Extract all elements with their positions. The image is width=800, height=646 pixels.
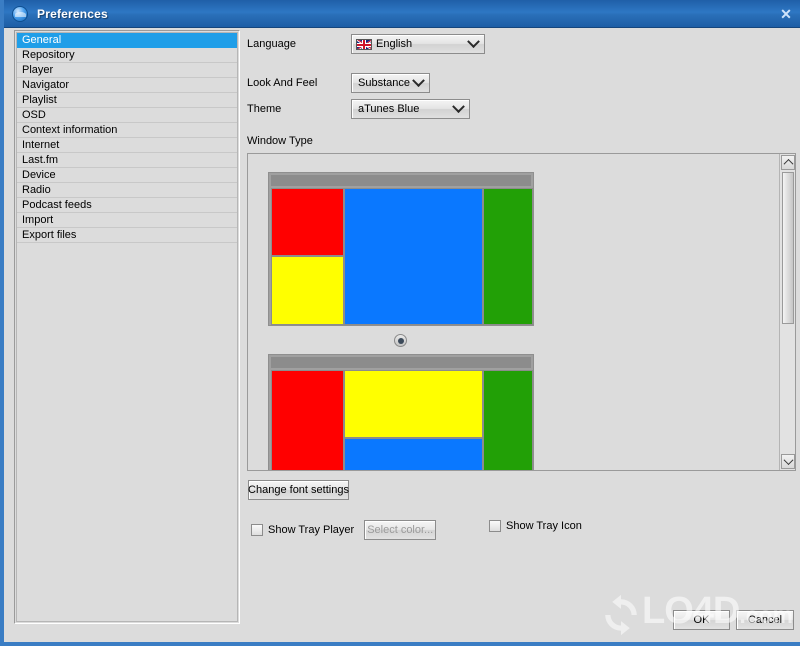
look-and-feel-value: Substance: [358, 77, 410, 89]
sidebar-item-player[interactable]: Player: [17, 63, 237, 78]
show-tray-icon-label: Show Tray Icon: [506, 520, 582, 532]
change-font-settings-button[interactable]: Change font settings: [248, 480, 349, 500]
select-color-button[interactable]: Select color...: [364, 520, 437, 540]
sidebar-item-lastfm[interactable]: Last.fm: [17, 153, 237, 168]
dialog-footer: OK Cancel: [8, 598, 800, 642]
language-value: English: [376, 38, 413, 50]
show-tray-icon-checkbox[interactable]: [489, 520, 501, 532]
look-and-feel-label: Look And Feel: [247, 77, 318, 89]
close-icon[interactable]: ✕: [773, 3, 799, 25]
sidebar-item-navigator[interactable]: Navigator: [17, 78, 237, 93]
chevron-down-icon: [466, 34, 481, 49]
chevron-down-icon: [411, 73, 426, 88]
general-settings-pane: Language English Look And Feel Substance…: [244, 30, 796, 624]
change-font-settings-wrapper: Change font settings: [248, 480, 349, 500]
theme-label: Theme: [247, 103, 282, 115]
layout-standard-preview[interactable]: [268, 172, 534, 326]
show-tray-player-row: Show Tray Player Select color...: [251, 520, 437, 540]
sidebar-item-internet[interactable]: Internet: [17, 138, 237, 153]
layout-alternate-preview[interactable]: [268, 354, 534, 470]
theme-row: Theme aTunes Blue: [247, 99, 470, 119]
scroll-down-icon[interactable]: [781, 454, 795, 469]
preview-titlebar: [271, 357, 531, 368]
yellow-panel: [344, 370, 483, 438]
sidebar-item-podcast-feeds[interactable]: Podcast feeds: [17, 198, 237, 213]
language-row: Language English: [247, 34, 485, 54]
red-panel: [271, 188, 344, 256]
yellow-panel: [271, 256, 344, 325]
window-type-options: [248, 154, 779, 470]
uk-flag-icon: [356, 38, 372, 50]
layout-standard-radio[interactable]: [394, 334, 407, 347]
show-tray-player-label: Show Tray Player: [268, 524, 355, 536]
sidebar-item-general[interactable]: General: [17, 33, 237, 48]
app-circle-icon: [12, 5, 28, 22]
look-and-feel-row: Look And Feel Substance: [247, 73, 430, 93]
language-label: Language: [247, 38, 296, 50]
look-and-feel-select[interactable]: Substance: [351, 73, 430, 93]
red-panel: [271, 370, 344, 470]
ok-button[interactable]: OK: [673, 610, 730, 630]
preferences-window-screenshot: Preferences ✕ General Repository Player …: [0, 0, 800, 646]
show-tray-icon-row: Show Tray Icon: [489, 520, 582, 532]
preview-titlebar: [271, 175, 531, 186]
cancel-button[interactable]: Cancel: [736, 610, 794, 630]
blue-panel: [344, 188, 483, 325]
sidebar-item-playlist[interactable]: Playlist: [17, 93, 237, 108]
sidebar-item-osd[interactable]: OSD: [17, 108, 237, 123]
chevron-down-icon: [451, 99, 466, 114]
sidebar-item-export-files[interactable]: Export files: [17, 228, 237, 243]
sidebar-item-radio[interactable]: Radio: [17, 183, 237, 198]
sidebar-item-repository[interactable]: Repository: [17, 48, 237, 63]
theme-select[interactable]: aTunes Blue: [351, 99, 470, 119]
preferences-window: Preferences ✕ General Repository Player …: [0, 0, 800, 646]
scroll-up-icon[interactable]: [781, 155, 795, 170]
sidebar-item-device[interactable]: Device: [17, 168, 237, 183]
language-select[interactable]: English: [351, 34, 485, 54]
sidebar-item-context-information[interactable]: Context information: [17, 123, 237, 138]
window-type-scroll-panel[interactable]: [247, 153, 796, 471]
scrollbar-thumb[interactable]: [782, 172, 794, 324]
sidebar-inner: General Repository Player Navigator Play…: [16, 32, 238, 622]
green-panel: [483, 188, 533, 325]
window-title: Preferences: [37, 6, 108, 21]
window-type-label: Window Type: [247, 135, 313, 147]
green-panel: [483, 370, 533, 470]
blue-panel: [344, 438, 483, 470]
sidebar-category-list[interactable]: General Repository Player Navigator Play…: [14, 30, 240, 624]
content-area: General Repository Player Navigator Play…: [8, 27, 800, 642]
theme-value: aTunes Blue: [358, 103, 420, 115]
vertical-scrollbar[interactable]: [779, 154, 795, 470]
sidebar-item-import[interactable]: Import: [17, 213, 237, 228]
title-bar: Preferences ✕: [4, 0, 800, 28]
show-tray-player-checkbox[interactable]: [251, 524, 263, 536]
